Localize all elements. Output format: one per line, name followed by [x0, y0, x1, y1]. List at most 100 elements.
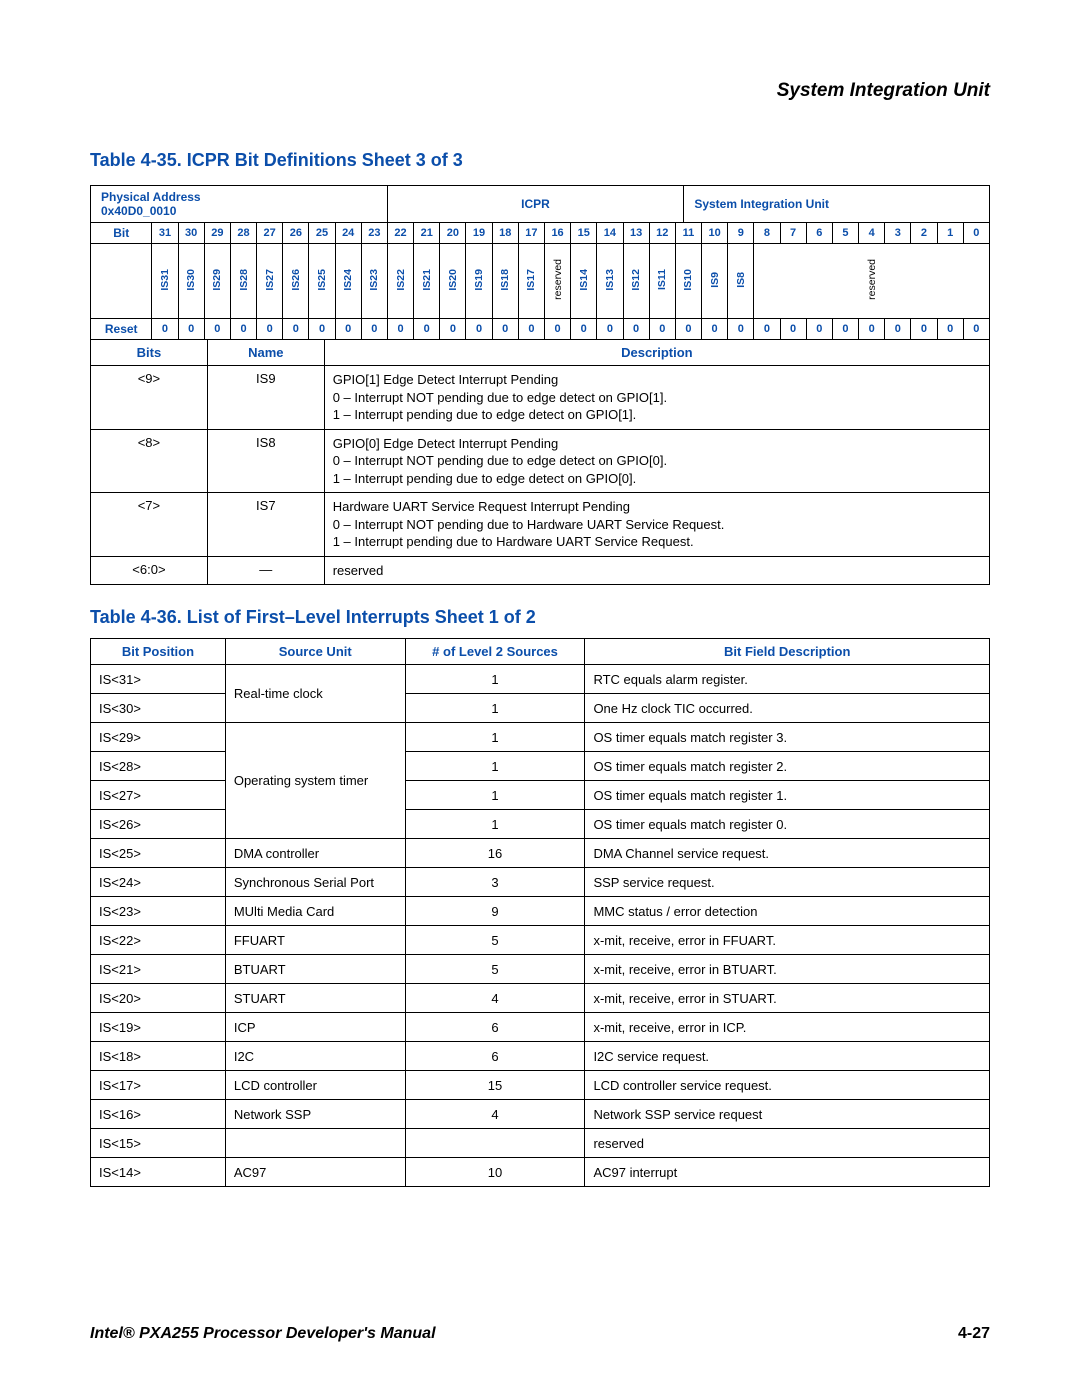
int-header-level2: # of Level 2 Sources	[405, 639, 585, 665]
bit-name: IS20	[440, 244, 466, 319]
reset-value: 0	[859, 319, 885, 340]
bit-row-label: Bit	[91, 223, 152, 244]
int-bitpos: IS<22>	[91, 926, 226, 955]
int-description: OS timer equals match register 2.	[585, 752, 990, 781]
reset-value: 0	[937, 319, 963, 340]
bit-number: 5	[832, 223, 858, 244]
bit-number: 17	[518, 223, 544, 244]
reset-value: 0	[414, 319, 440, 340]
bit-name: IS27	[257, 244, 283, 319]
def-name: IS7	[207, 493, 324, 557]
int-source: STUART	[225, 984, 405, 1013]
int-bitpos: IS<28>	[91, 752, 226, 781]
int-source: DMA controller	[225, 839, 405, 868]
manual-name: Intel® PXA255 Processor Developer's Manu…	[90, 1325, 436, 1343]
int-source: AC97	[225, 1158, 405, 1187]
int-header-source: Source Unit	[225, 639, 405, 665]
bit-number: 15	[571, 223, 597, 244]
reset-value: 0	[178, 319, 204, 340]
bit-name-row-label	[91, 244, 152, 319]
bit-name: IS29	[204, 244, 230, 319]
reset-value: 0	[257, 319, 283, 340]
reset-value: 0	[806, 319, 832, 340]
int-bitpos: IS<23>	[91, 897, 226, 926]
int-description: SSP service request.	[585, 868, 990, 897]
table-435-title: Table 4-35. ICPR Bit Definitions Sheet 3…	[90, 150, 990, 171]
int-level2-count: 3	[405, 868, 585, 897]
int-level2-count: 1	[405, 781, 585, 810]
int-source: FFUART	[225, 926, 405, 955]
reset-value: 0	[571, 319, 597, 340]
int-source: Real-time clock	[225, 665, 405, 723]
int-description: RTC equals alarm register.	[585, 665, 990, 694]
reset-value: 0	[492, 319, 518, 340]
bit-name: IS17	[518, 244, 544, 319]
bit-name: IS19	[466, 244, 492, 319]
int-bitpos: IS<31>	[91, 665, 226, 694]
bit-number: 14	[597, 223, 623, 244]
bit-number: 2	[911, 223, 937, 244]
reset-value: 0	[623, 319, 649, 340]
int-level2-count: 6	[405, 1042, 585, 1071]
int-description: I2C service request.	[585, 1042, 990, 1071]
int-source: ICP	[225, 1013, 405, 1042]
reset-value: 0	[387, 319, 413, 340]
int-bitpos: IS<30>	[91, 694, 226, 723]
bit-name: IS10	[675, 244, 701, 319]
reset-value: 0	[440, 319, 466, 340]
unit-name: System Integration Unit	[684, 186, 990, 223]
def-name: IS9	[207, 366, 324, 430]
bit-name: IS24	[335, 244, 361, 319]
int-level2-count: 5	[405, 926, 585, 955]
reset-value: 0	[335, 319, 361, 340]
bit-number: 27	[257, 223, 283, 244]
defs-header-name: Name	[207, 340, 324, 366]
int-source	[225, 1129, 405, 1158]
int-description: One Hz clock TIC occurred.	[585, 694, 990, 723]
bit-number: 24	[335, 223, 361, 244]
reset-value: 0	[230, 319, 256, 340]
int-level2-count: 1	[405, 694, 585, 723]
bit-number: 16	[544, 223, 570, 244]
int-description: reserved	[585, 1129, 990, 1158]
reset-value: 0	[518, 319, 544, 340]
int-source: Network SSP	[225, 1100, 405, 1129]
int-level2-count: 4	[405, 1100, 585, 1129]
bit-layout-table: Bit3130292827262524232221201918171615141…	[90, 222, 990, 340]
int-level2-count: 1	[405, 810, 585, 839]
bit-name: IS21	[414, 244, 440, 319]
reset-value: 0	[152, 319, 178, 340]
int-description: OS timer equals match register 1.	[585, 781, 990, 810]
bit-name: IS26	[283, 244, 309, 319]
bit-number: 20	[440, 223, 466, 244]
int-level2-count: 10	[405, 1158, 585, 1187]
bit-name: IS8	[728, 244, 754, 319]
def-name: —	[207, 556, 324, 585]
int-level2-count: 5	[405, 955, 585, 984]
bit-number: 4	[859, 223, 885, 244]
reset-value: 0	[283, 319, 309, 340]
int-source: I2C	[225, 1042, 405, 1071]
def-description: GPIO[0] Edge Detect Interrupt Pending0 –…	[324, 429, 989, 493]
int-bitpos: IS<14>	[91, 1158, 226, 1187]
bit-number: 19	[466, 223, 492, 244]
int-description: AC97 interrupt	[585, 1158, 990, 1187]
int-description: x-mit, receive, error in STUART.	[585, 984, 990, 1013]
int-description: x-mit, receive, error in FFUART.	[585, 926, 990, 955]
bit-name: IS9	[702, 244, 728, 319]
bit-name: IS18	[492, 244, 518, 319]
bit-name: IS25	[309, 244, 335, 319]
reset-value: 0	[544, 319, 570, 340]
int-header-desc: Bit Field Description	[585, 639, 990, 665]
int-bitpos: IS<26>	[91, 810, 226, 839]
int-description: DMA Channel service request.	[585, 839, 990, 868]
int-level2-count: 4	[405, 984, 585, 1013]
register-meta-table: Physical Address 0x40D0_0010 ICPR System…	[90, 185, 990, 223]
bit-name: IS12	[623, 244, 649, 319]
reset-value: 0	[649, 319, 675, 340]
int-source: Operating system timer	[225, 723, 405, 839]
int-level2-count: 9	[405, 897, 585, 926]
int-bitpos: IS<20>	[91, 984, 226, 1013]
bit-number: 12	[649, 223, 675, 244]
reset-value: 0	[361, 319, 387, 340]
